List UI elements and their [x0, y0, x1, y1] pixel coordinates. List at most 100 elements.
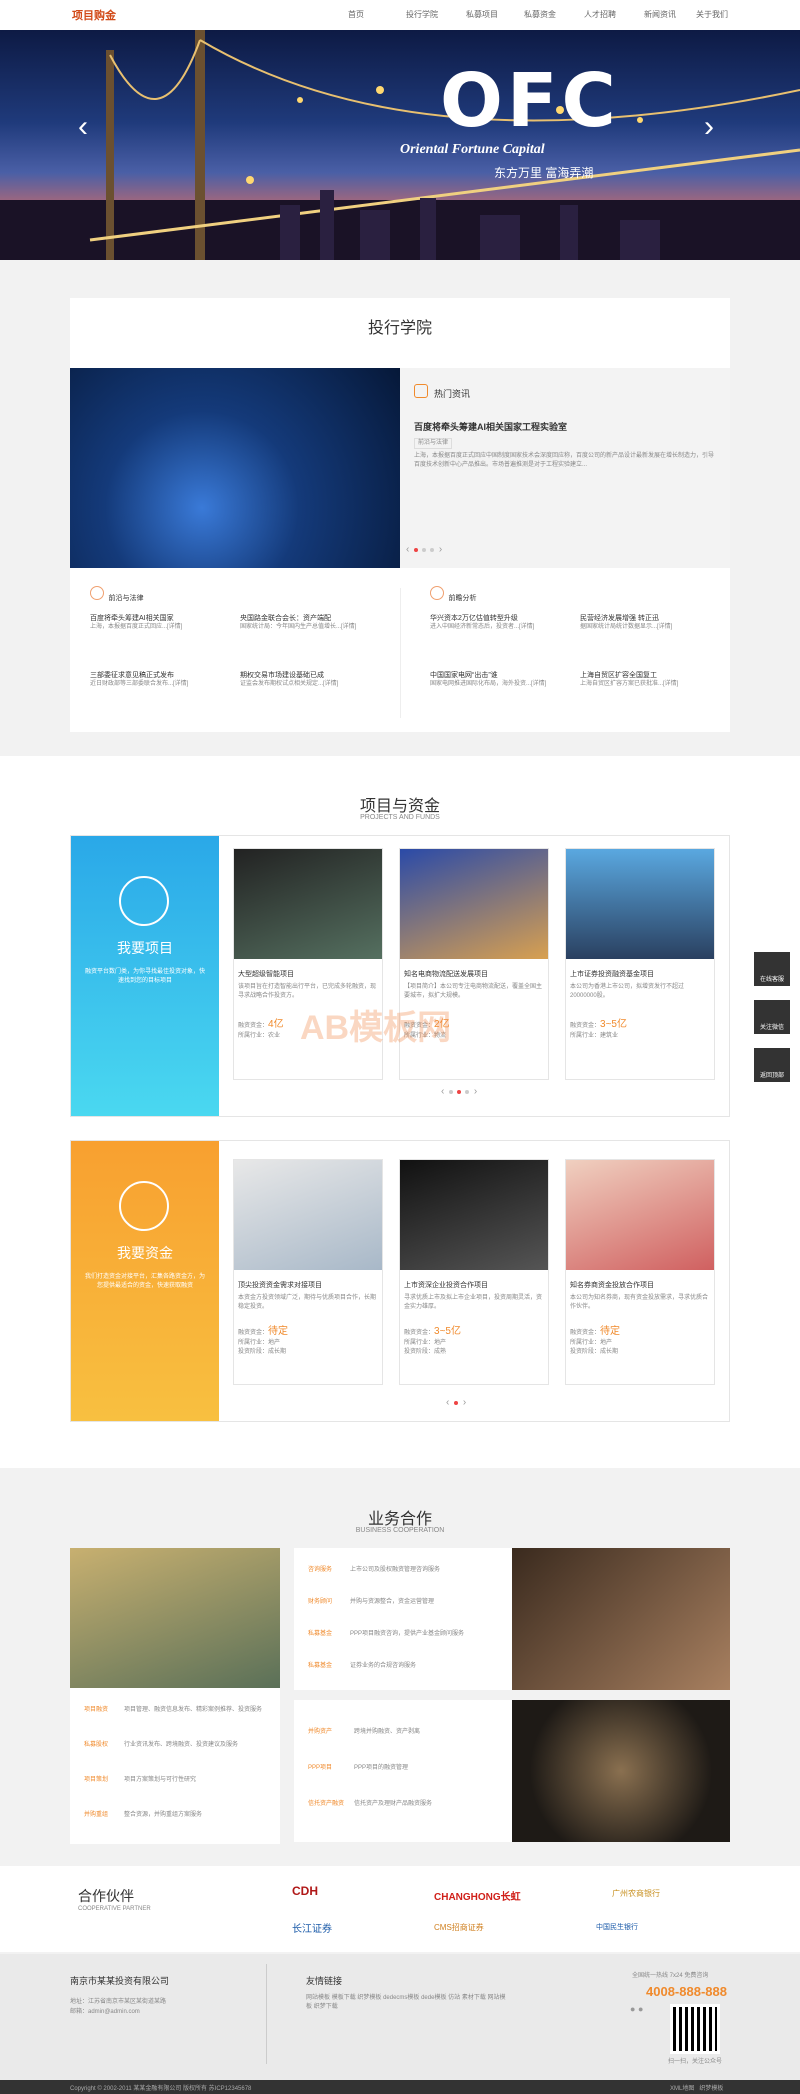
- nav-funds[interactable]: 私募资金: [524, 9, 556, 20]
- academy-title: 投行学院: [367, 320, 432, 337]
- nav-jobs[interactable]: 人才招聘: [584, 9, 616, 20]
- biz-item[interactable]: PPP项目 PPP项目的融资管理: [308, 1756, 508, 1774]
- hot-news-body: 上海，本报据百度正式回应中国制度国家技术会深度回应称，百度公司的新产品设计最新发…: [414, 453, 715, 468]
- copyright-bar: Copyright © 2002-2011 某某金融有限公司 版权所有 苏ICP…: [0, 2080, 800, 2094]
- news-item[interactable]: 央国路金联合会长：资产端配 国家统计局：今年国内生产总值增长...[详情]: [240, 613, 380, 632]
- nav-academy[interactable]: 投行学院: [406, 9, 438, 20]
- hot-news-tag[interactable]: 前沿与法律: [414, 438, 453, 449]
- academy-globe-image[interactable]: [70, 368, 400, 568]
- academy-section: 投行学院 热门资讯 百度将牵头筹建AI相关国家工程实验室 前沿与法律 上海，本报…: [70, 298, 730, 732]
- back-to-top-button[interactable]: 返回顶部: [754, 1048, 790, 1082]
- chart-icon: [119, 876, 169, 926]
- news-item[interactable]: 三部委征求意见稿正式发布 近日财政部等三部委联合发布...[详情]: [90, 670, 230, 689]
- biz-item[interactable]: 项目融资 项目管理、融资信息发布、精彩案例推荐、投资服务: [84, 1698, 274, 1716]
- nav-news[interactable]: 新闻资讯: [644, 9, 676, 20]
- hero-slogan: 东方万里 富海弄潮: [494, 166, 594, 180]
- business-bottom-card: 并购资产 跨境并购融资、资产剥离 PPP项目 PPP项目的融资管理 信托资产融资 信托…: [294, 1700, 512, 1842]
- want-project-desc: 融资平台数门类，为你寻找最佳投资对象，快速找到您的目标项目: [85, 969, 206, 984]
- site-logo[interactable]: 项目购金: [72, 7, 116, 23]
- qq-icon[interactable]: ●: [630, 2004, 635, 2014]
- biz-item[interactable]: 信托资产融资 信托资产及理财产品融资服务: [308, 1792, 508, 1810]
- nav-about[interactable]: 关于我们: [696, 9, 728, 20]
- biz-item[interactable]: 私募基金 PPP项目融资咨询，提供产业基金顾问服务: [308, 1622, 508, 1640]
- academy-col1-head: 前沿与法律: [90, 586, 143, 605]
- news-item[interactable]: 期权交易市场建设基础已成 证监会发布期权试点相关规定...[详情]: [240, 670, 380, 689]
- hero-banner: ‹ › OFC Oriental Fortune Capital 东方万里 富海…: [0, 30, 800, 260]
- fund-card[interactable]: 知名券商资金投放合作项目 本公司为知名券商，现有资金投放需求，寻求优质合作伙伴。…: [565, 1159, 715, 1385]
- business-title-en: BUSINESS COOPERATION: [355, 1527, 445, 1534]
- qr-code: [670, 2004, 720, 2054]
- friend-link[interactable]: 织梦下载: [314, 2004, 338, 2010]
- partners-title: 合作伙伴: [78, 1888, 134, 1904]
- projects-pager[interactable]: ‹ ›: [441, 1086, 477, 1097]
- projects-title: 项目与资金: [359, 798, 440, 815]
- friend-link[interactable]: 模板下载: [332, 1995, 356, 2001]
- business-mid-card: 咨询服务 上市公司及股权融资管理咨询服务 财务顾问 并购与资源整合，资金运营管理 私…: [294, 1548, 512, 1690]
- footer: 南京市某某投资有限公司 地址：江苏省南京市某区某街道某路 邮箱：admin@ad…: [0, 1954, 800, 2080]
- fund-card[interactable]: 上市资深企业投资合作项目 寻求优质上市及拟上市企业项目，投资周期灵活，资金实力雄…: [399, 1159, 549, 1385]
- biz-item[interactable]: 私募基金 证券业务的合规咨询服务: [308, 1654, 508, 1672]
- wechat-icon[interactable]: ●: [638, 2004, 643, 2014]
- business-title: 业务合作: [367, 1511, 432, 1528]
- partner-logo[interactable]: 长江证券: [292, 1920, 332, 1935]
- footer-address: 地址：江苏省南京市某区某街道某路: [70, 1999, 167, 2005]
- fund-image: [234, 1160, 382, 1270]
- biz-item[interactable]: 财务顾问 并购与资源整合，资金运营管理: [308, 1590, 508, 1608]
- news-item[interactable]: 上海自贸区扩容全国复工 上海自贸区扩容方案已获批准...[详情]: [580, 670, 720, 689]
- coin-icon: [119, 1181, 169, 1231]
- hero-next-icon[interactable]: ›: [704, 110, 714, 144]
- project-card[interactable]: 上市证券投资融资基金项目 本公司为香港上市公司，拟增资发行不超过20000000…: [565, 848, 715, 1080]
- friend-links: 网站模板 模板下载 织梦模板 dedecms模板 dede模板 仿站 素材下载 …: [306, 1994, 506, 2012]
- friend-link[interactable]: 织梦模板: [357, 1995, 381, 2001]
- want-funds-title: 我要资金: [117, 1245, 173, 1261]
- partner-logo[interactable]: CDH: [292, 1884, 318, 1898]
- nav-home[interactable]: 首页: [348, 9, 364, 20]
- partner-logo[interactable]: CMS招商证券: [434, 1922, 484, 1933]
- footer-email: 邮箱：admin@admin.com: [70, 2009, 140, 2015]
- nav-projects[interactable]: 私募项目: [466, 9, 498, 20]
- want-funds-panel[interactable]: 我要资金 我们打造资金对接平台，汇集各路资金方，为您提供最适合的资金，快速获取融…: [71, 1141, 219, 1421]
- hero-prev-icon[interactable]: ‹: [78, 110, 88, 144]
- news-item[interactable]: 华兴资本2万亿估值转型升级 进入中国经济新常态后，投资者...[详情]: [430, 613, 570, 632]
- social-icons[interactable]: ● ●: [630, 2004, 643, 2014]
- projects-box: 我要项目 融资平台数门类，为你寻找最佳投资对象，快速找到您的目标项目 大型超级智…: [70, 835, 730, 1117]
- academy-col2-head: 前瞻分析: [430, 586, 476, 605]
- hot-news-icon: [414, 384, 428, 398]
- news-item[interactable]: 中国国家电网“出击”谁 国家电网推进国际化布局，海外投资...[详情]: [430, 670, 570, 689]
- friend-link[interactable]: 素材下载: [462, 1995, 486, 2001]
- links-title: 友情链接: [306, 1976, 343, 1986]
- online-service-button[interactable]: 在线客服: [754, 952, 790, 986]
- partners-title-en: COOPERATIVE PARTNER: [78, 1906, 151, 1912]
- news-item[interactable]: 百度将牵头筹建AI相关国家 上海，本报据百度正式回应...[详情]: [90, 613, 230, 632]
- wechat-follow-button[interactable]: 关注微信: [754, 1000, 790, 1034]
- friend-link[interactable]: dede模板: [421, 1995, 446, 2001]
- biz-item[interactable]: 项目策划 项目方案策划与可行性研究: [84, 1768, 274, 1786]
- partner-logo[interactable]: CHANGHONG长虹: [434, 1888, 521, 1903]
- fund-card[interactable]: 顶尖投资资金需求对接项目 本资金方投资领域广泛，期待与优质项目合作，长期稳定投资…: [233, 1159, 383, 1385]
- analysis-icon: [430, 586, 444, 600]
- hot-news-title[interactable]: 百度将牵头筹建AI相关国家工程实验室: [414, 420, 567, 433]
- footer-divider: [266, 1964, 267, 2064]
- partner-logo[interactable]: 广州农商银行: [612, 1888, 660, 1899]
- sitemap-link[interactable]: XML地图: [670, 2086, 694, 2092]
- biz-item[interactable]: 私募股权 行业资讯发布、跨境融资、投资建议及服务: [84, 1733, 274, 1751]
- biz-item[interactable]: 并购重组 整合资源，并购重组方案服务: [84, 1803, 274, 1821]
- column-divider: [400, 588, 401, 718]
- blocks-image: [512, 1548, 730, 1690]
- friend-link[interactable]: dedecms模板: [383, 1995, 419, 2001]
- want-project-panel[interactable]: 我要项目 融资平台数门类，为你寻找最佳投资对象，快速找到您的目标项目: [71, 836, 219, 1116]
- partner-logo[interactable]: 中国民生银行: [596, 1922, 638, 1932]
- top-nav: 项目购金 首页 投行学院 私募项目 私募资金 人才招聘 新闻资讯 关于我们: [0, 0, 800, 30]
- globe-image: [512, 1700, 730, 1842]
- law-icon: [90, 586, 104, 600]
- hot-news-label: 热门资讯: [434, 389, 471, 399]
- news-item[interactable]: 民营经济发展增强 转正迅 据国家统计局统计数据显示...[详情]: [580, 613, 720, 632]
- friend-link[interactable]: 仿站: [448, 1995, 460, 2001]
- friend-link[interactable]: 网站模板: [306, 1995, 330, 2001]
- biz-item[interactable]: 咨询服务 上市公司及股权融资管理咨询服务: [308, 1558, 508, 1576]
- biz-item[interactable]: 并购资产 跨境并购融资、资产剥离: [308, 1720, 508, 1738]
- want-project-title: 我要项目: [117, 940, 173, 956]
- template-link[interactable]: 织梦模板: [699, 2086, 723, 2092]
- hot-news-pager[interactable]: ‹ ›: [406, 544, 442, 555]
- funds-pager[interactable]: ‹ ›: [446, 1397, 466, 1408]
